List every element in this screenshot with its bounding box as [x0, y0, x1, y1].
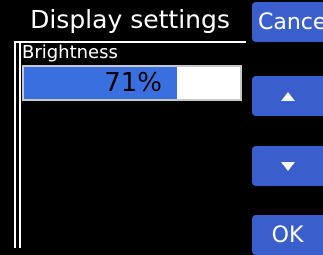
- display-settings-dialog: Display settings Brightness 71% Cancel O…: [0, 0, 323, 255]
- decrease-button[interactable]: [252, 146, 323, 186]
- up-arrow-icon: [280, 91, 295, 101]
- brightness-slider[interactable]: 71%: [22, 65, 242, 101]
- brightness-value: 71%: [104, 68, 162, 98]
- ok-button[interactable]: OK: [252, 215, 323, 255]
- cancel-button[interactable]: Cancel: [252, 2, 323, 42]
- content-frame: [14, 43, 21, 248]
- down-arrow-icon: [280, 161, 295, 171]
- dialog-title: Display settings: [30, 5, 230, 34]
- brightness-label: Brightness: [22, 42, 118, 63]
- increase-button[interactable]: [252, 76, 323, 116]
